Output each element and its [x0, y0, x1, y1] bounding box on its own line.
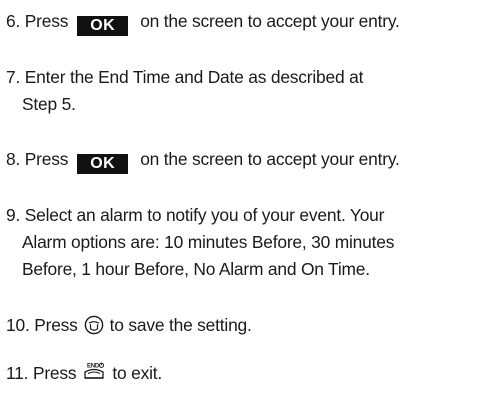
step-text-line: Step 5.	[22, 94, 76, 114]
step-9-continuation-1: Alarm options are: 10 minutes Before, 30…	[22, 230, 394, 255]
end-key-label: END	[87, 364, 100, 370]
step-text-after: on the screen to accept your entry.	[140, 149, 400, 169]
step-8: 8. Press OK on the screen to accept your e…	[6, 147, 400, 174]
step-text-after: on the screen to accept your entry.	[140, 11, 400, 31]
step-6: 6. Press OK on the screen to accept your e…	[6, 9, 400, 36]
step-number: 11.	[6, 363, 29, 383]
step-text-before: Press	[24, 11, 69, 31]
step-10: 10. Press to save the setting.	[6, 313, 252, 342]
step-text-line: Select an alarm to notify you of your ev…	[24, 205, 385, 225]
step-text-before: Press	[32, 363, 77, 383]
step-7: 7. Enter the End Time and Date as descri…	[6, 65, 363, 90]
step-number: 8.	[6, 149, 21, 169]
step-9-continuation-2: Before, 1 hour Before, No Alarm and On T…	[22, 257, 370, 282]
step-number: 9.	[6, 205, 21, 225]
step-text-line: Before, 1 hour Before, No Alarm and On T…	[22, 259, 370, 279]
step-text-line: Alarm options are: 10 minutes Before, 30…	[22, 232, 395, 252]
ok-key-badge: OK	[77, 154, 129, 174]
step-number: 7.	[6, 67, 21, 87]
step-text-line: Enter the End Time and Date as described…	[24, 67, 364, 87]
step-text-after: to exit.	[112, 363, 163, 383]
instruction-page: 6. Press OK on the screen to accept your e…	[0, 0, 495, 398]
step-11: 11. Press END to exit.	[6, 361, 162, 390]
step-text-before: Press	[34, 315, 78, 335]
center-select-key-icon	[84, 315, 104, 342]
step-text-before: Press	[24, 149, 69, 169]
step-text-after: to save the setting.	[109, 315, 252, 335]
end-key-icon: END	[82, 361, 106, 390]
step-number: 6.	[6, 11, 21, 31]
step-7-continuation: Step 5.	[22, 92, 76, 117]
step-9: 9. Select an alarm to notify you of your…	[6, 203, 384, 228]
step-number: 10.	[6, 315, 30, 335]
ok-key-badge: OK	[77, 16, 129, 36]
